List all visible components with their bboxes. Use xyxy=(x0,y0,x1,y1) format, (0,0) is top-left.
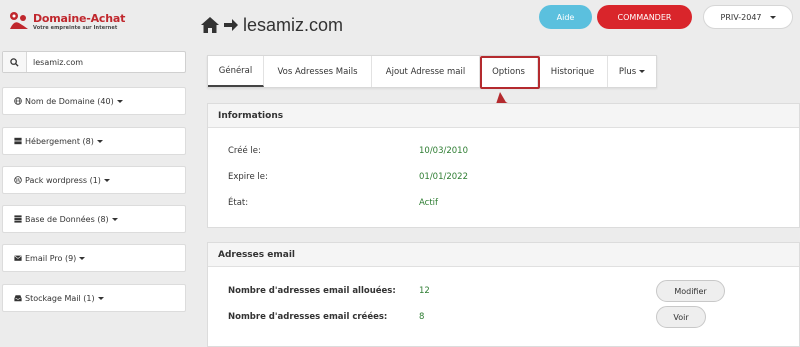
svg-text:W: W xyxy=(15,178,21,184)
sidebar: Domaine-Achat Votre empreinte sur Intern… xyxy=(0,0,192,347)
caret-down-icon xyxy=(639,70,646,73)
caret-down-icon xyxy=(96,139,103,143)
caret-down-icon xyxy=(103,178,110,182)
brand-logo[interactable]: Domaine-Achat Votre empreinte sur Intern… xyxy=(8,10,188,36)
allocated-value: 12 xyxy=(419,286,430,296)
account-label: PRIV-2047 xyxy=(720,12,762,22)
email-addresses-title: Adresses email xyxy=(208,243,799,267)
search-box xyxy=(2,51,186,73)
tab-more[interactable]: Plus xyxy=(608,56,656,87)
sidebar-item-wordpress[interactable]: W Pack wordpress (1) xyxy=(2,166,186,194)
created-value: 10/03/2010 xyxy=(419,146,468,156)
wordpress-icon: W xyxy=(13,175,23,185)
sidebar-item-databases[interactable]: Base de Données (8) xyxy=(2,205,186,233)
caret-down-icon xyxy=(97,296,104,300)
caret-down-icon xyxy=(111,217,118,221)
modify-button[interactable]: Modifier xyxy=(656,280,725,302)
sidebar-item-label: Nom de Domaine (40) xyxy=(25,96,114,106)
options-highlight-box xyxy=(480,56,540,89)
globe-icon xyxy=(13,96,23,106)
created-count-label: Nombre d'adresses email créées: xyxy=(228,312,388,322)
help-button[interactable]: Aide xyxy=(539,5,592,29)
tab-add-email[interactable]: Ajout Adresse mail xyxy=(372,56,480,87)
inbox-icon xyxy=(13,293,23,303)
domain-title: lesamiz.com xyxy=(243,14,344,35)
search-input[interactable] xyxy=(27,52,177,72)
brand-name: Domaine-Achat xyxy=(33,12,126,25)
server-icon xyxy=(13,136,23,146)
caret-down-icon xyxy=(769,15,776,19)
search-button[interactable] xyxy=(3,52,27,72)
sidebar-item-label: Base de Données (8) xyxy=(25,214,109,224)
informations-panel: Informations xyxy=(207,103,800,228)
envelope-icon xyxy=(13,253,23,263)
tab-history[interactable]: Historique xyxy=(538,56,608,87)
created-label: Créé le: xyxy=(228,146,261,156)
sidebar-item-email-pro[interactable]: Email Pro (9) xyxy=(2,244,186,272)
search-icon xyxy=(10,57,19,67)
caret-down-icon xyxy=(79,256,86,260)
arrow-right-icon xyxy=(224,19,238,31)
logo-mark-icon xyxy=(10,12,28,29)
home-icon[interactable] xyxy=(200,16,220,34)
sidebar-item-domains[interactable]: Nom de Domaine (40) xyxy=(2,87,186,115)
expires-value: 01/01/2022 xyxy=(419,172,468,182)
tab-bar: Général Vos Adresses Mails Ajout Adresse… xyxy=(207,55,657,88)
sidebar-item-mail-storage[interactable]: Stockage Mail (1) xyxy=(2,284,186,312)
informations-title: Informations xyxy=(208,104,799,128)
sidebar-item-hosting[interactable]: Hébergement (8) xyxy=(2,127,186,155)
sidebar-item-label: Email Pro (9) xyxy=(25,253,77,263)
brand-tagline: Votre empreinte sur Internet xyxy=(33,25,118,31)
account-dropdown[interactable]: PRIV-2047 xyxy=(703,5,793,29)
sidebar-item-label: Stockage Mail (1) xyxy=(25,293,95,303)
tab-more-label: Plus xyxy=(618,66,637,77)
status-value: Actif xyxy=(419,198,439,208)
allocated-label: Nombre d'adresses email allouées: xyxy=(228,286,396,296)
caret-down-icon xyxy=(116,99,123,103)
database-icon xyxy=(13,214,23,224)
order-button[interactable]: COMMANDER xyxy=(597,5,692,29)
expires-label: Expire le: xyxy=(228,172,268,182)
tab-email-addresses[interactable]: Vos Adresses Mails xyxy=(264,56,372,87)
view-button[interactable]: Voir xyxy=(656,306,706,328)
status-label: État: xyxy=(228,198,249,208)
page-title: lesamiz.com xyxy=(200,13,343,37)
tab-general[interactable]: Général xyxy=(208,56,264,87)
sidebar-item-label: Hébergement (8) xyxy=(25,136,94,146)
sidebar-item-label: Pack wordpress (1) xyxy=(25,175,101,185)
created-count-value: 8 xyxy=(419,312,425,322)
